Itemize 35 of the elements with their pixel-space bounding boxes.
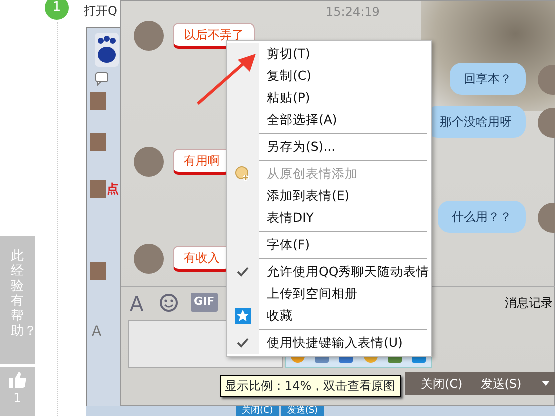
pointer-arrow bbox=[194, 52, 258, 108]
thumbs-up-icon bbox=[8, 371, 28, 389]
zoom-tooltip: 显示比例：14%，双击查看原图 bbox=[220, 375, 401, 397]
menu-item[interactable]: 上传到空间相册 bbox=[227, 283, 431, 305]
dialog-button[interactable]: 发送(S) bbox=[474, 374, 528, 392]
partial-text: 点 bbox=[107, 182, 119, 196]
star-icon bbox=[235, 308, 251, 324]
avatar-placeholder bbox=[90, 92, 106, 110]
taskbar-button[interactable]: 关闭(C) bbox=[236, 406, 280, 416]
avatar-placeholder bbox=[90, 262, 106, 280]
avatar-placeholder bbox=[90, 180, 106, 198]
avatar-placeholder bbox=[134, 21, 164, 51]
caret-icon[interactable] bbox=[542, 381, 550, 386]
menu-item[interactable]: 粘贴(P) bbox=[227, 87, 431, 109]
step-number: 1 bbox=[45, 0, 69, 20]
message-history-link[interactable]: 消息记录 bbox=[505, 294, 553, 312]
smiley-icon[interactable] bbox=[159, 293, 179, 313]
menu-item[interactable]: 收藏 bbox=[227, 305, 431, 327]
paw-logo-icon bbox=[95, 33, 119, 67]
menu-item[interactable]: 表情DIY bbox=[227, 207, 431, 229]
menu-item[interactable]: 添加到表情(E) bbox=[227, 185, 431, 207]
step-text: 打开Q bbox=[84, 3, 118, 20]
menu-item[interactable]: 使用快捷键输入表情(U) bbox=[227, 332, 431, 354]
menu-item[interactable]: 复制(C) bbox=[227, 65, 431, 87]
avatar-placeholder bbox=[134, 244, 164, 274]
font-button[interactable]: A bbox=[130, 289, 144, 319]
message-bubble: 回享本？ bbox=[450, 63, 526, 95]
chat-bubble-icon bbox=[95, 72, 109, 86]
avatar-placeholder bbox=[90, 133, 106, 151]
message-bubble: 什么用？？ bbox=[438, 201, 526, 233]
dialog-button[interactable]: 关闭(C) bbox=[415, 374, 469, 392]
taskbar-button[interactable]: 发送(S) bbox=[281, 406, 324, 416]
smiley-plus-icon bbox=[235, 166, 251, 182]
timestamp: 15:24:19 bbox=[326, 4, 380, 21]
avatar-placeholder bbox=[134, 147, 164, 177]
